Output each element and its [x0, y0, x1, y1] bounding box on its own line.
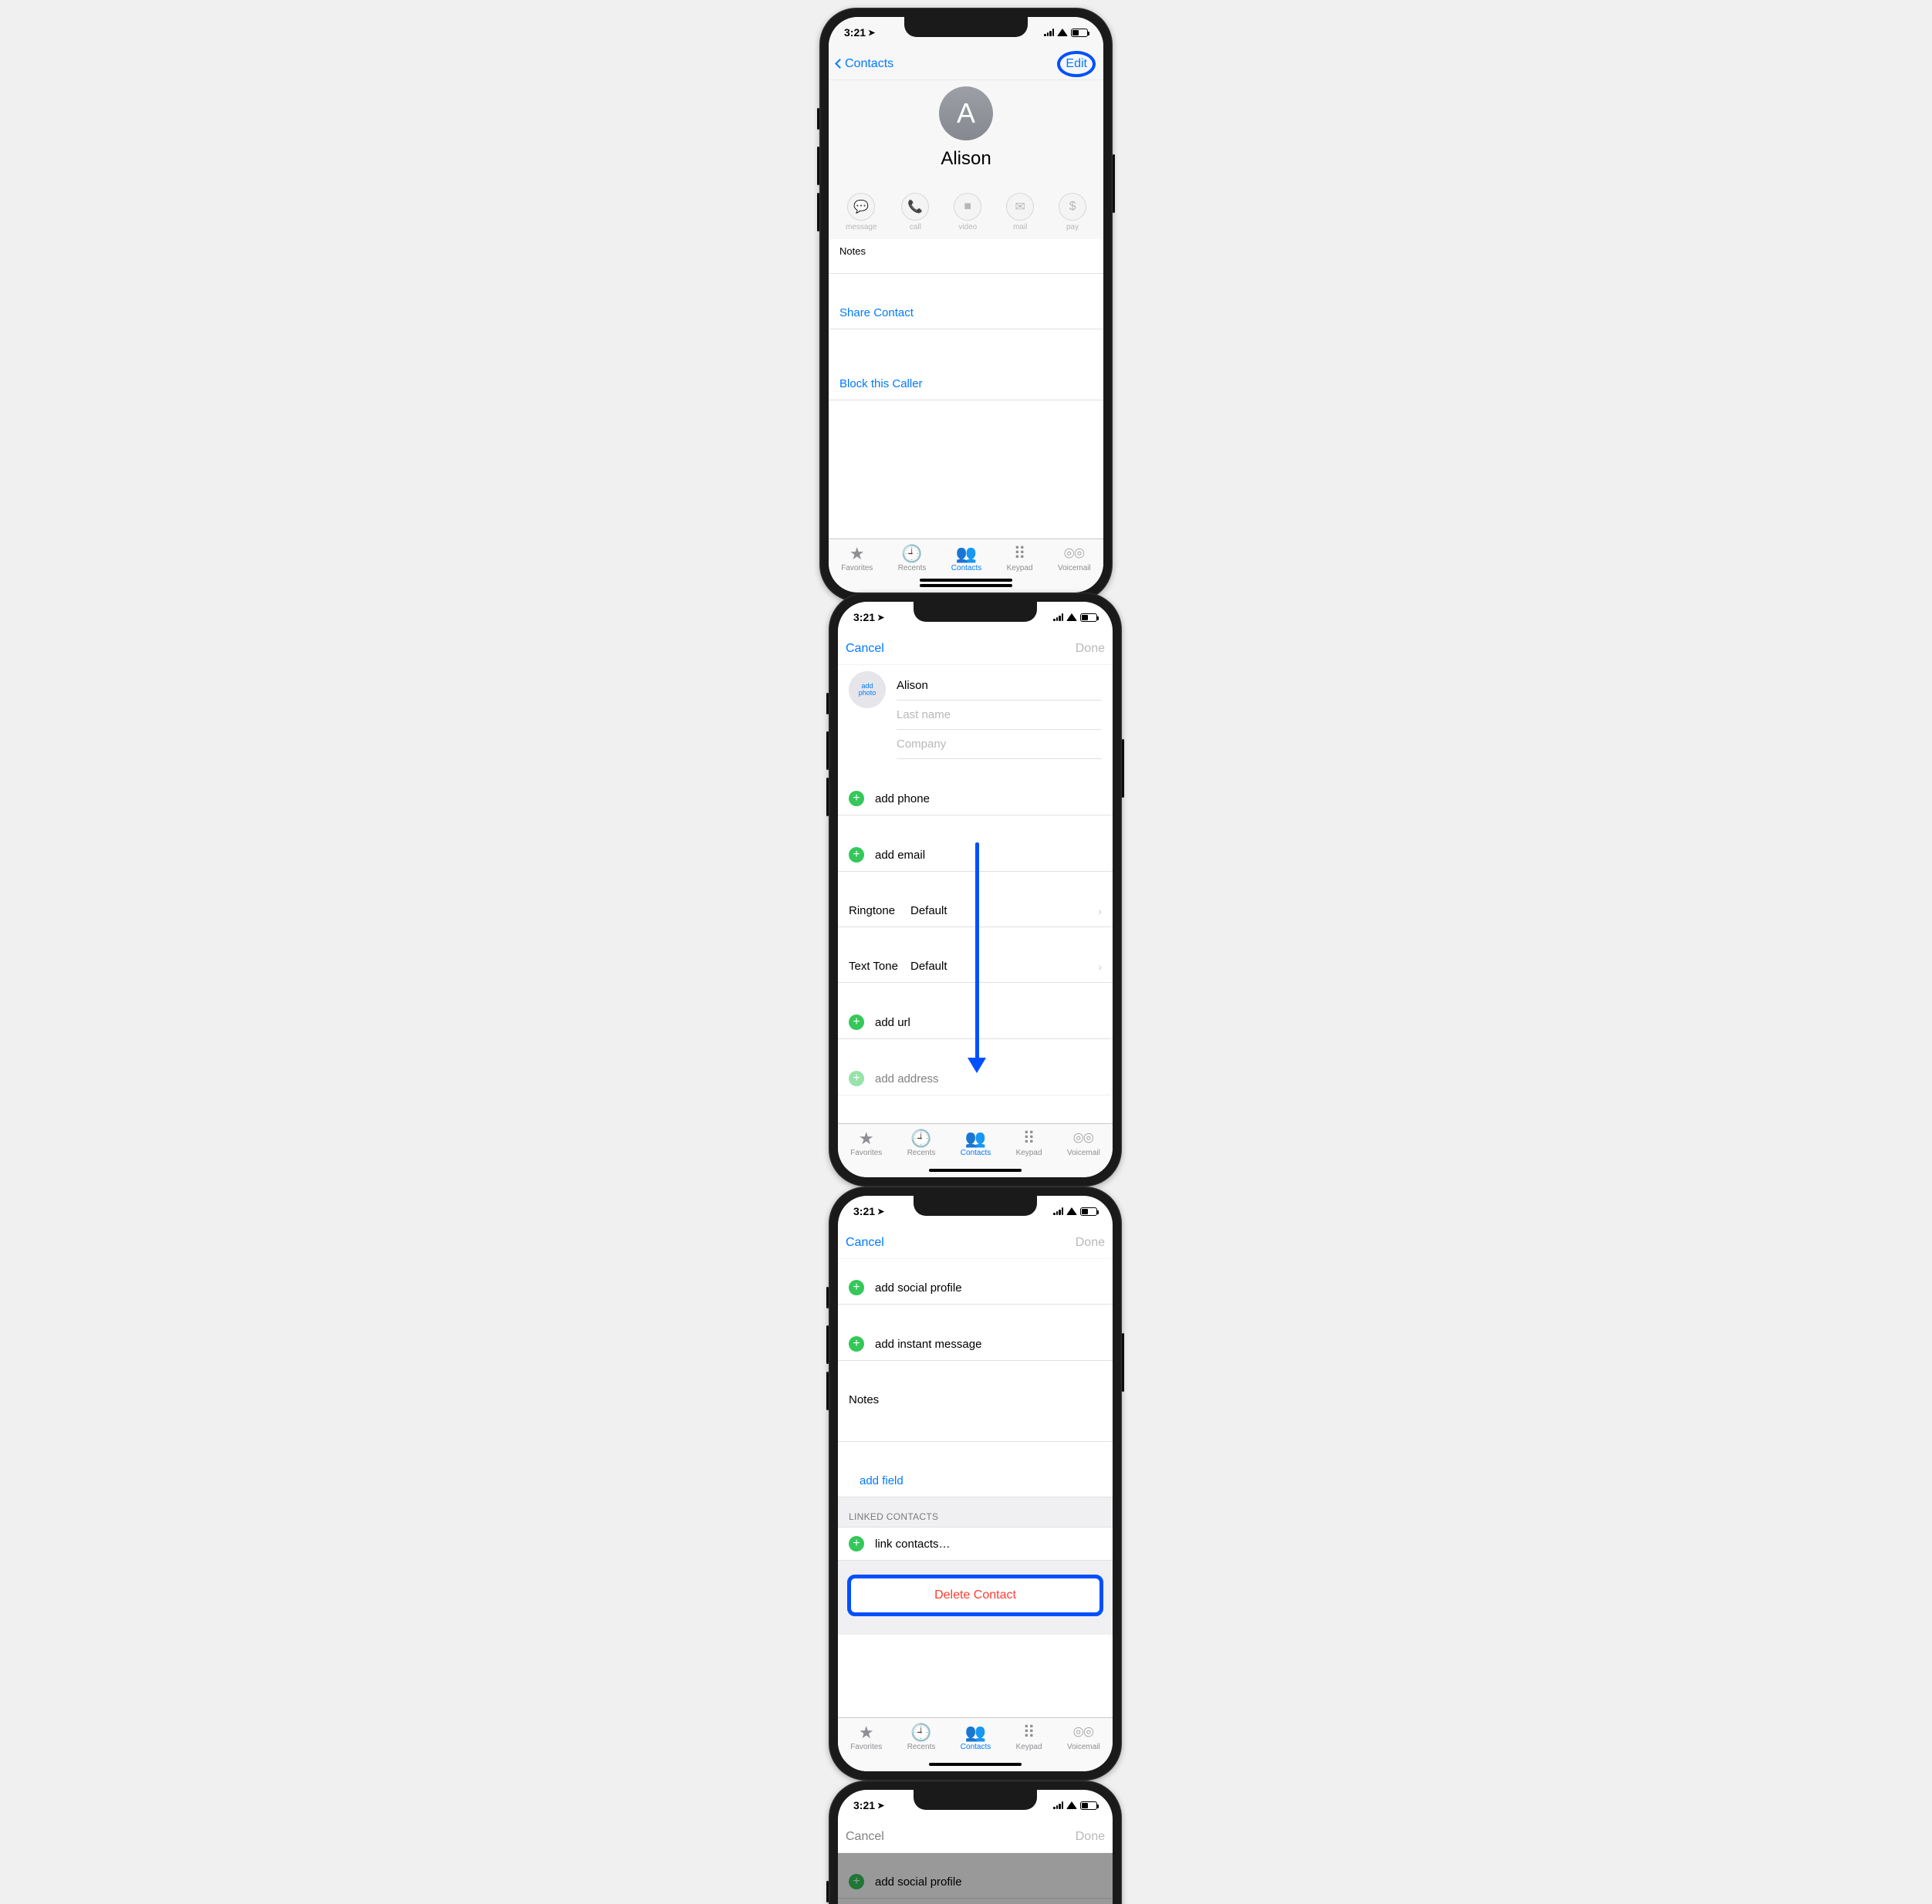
status-time: 3:21: [844, 26, 866, 39]
contacts-icon: 👥: [951, 544, 981, 564]
phone-frame-1: 3:21➤ Contacts Edit A Alison 💬message 📞c…: [819, 8, 1113, 602]
tab-voicemail[interactable]: ⌾⌾Voicemail: [1067, 1723, 1100, 1771]
battery-icon: [1080, 1207, 1097, 1216]
pay-button[interactable]: $pay: [1059, 193, 1086, 231]
linked-contacts-header: LINKED CONTACTS: [838, 1497, 1113, 1527]
message-button[interactable]: 💬message: [846, 193, 877, 231]
wifi-icon: [1066, 1801, 1077, 1809]
avatar: A: [939, 86, 993, 140]
tab-favorites[interactable]: ★Favorites: [850, 1129, 882, 1177]
last-name-field[interactable]: Last name: [897, 700, 1102, 730]
notes-label: Notes: [829, 239, 1103, 260]
wifi-icon: [1057, 29, 1068, 36]
share-contact-button[interactable]: Share Contact: [829, 297, 1103, 329]
phone-frame-4: 3:21➤ Cancel Done +add social profile +a…: [829, 1781, 1122, 1904]
plus-icon: +: [849, 847, 864, 863]
nav-bar: Contacts Edit: [829, 48, 1103, 80]
mail-icon: ✉: [1006, 193, 1034, 221]
add-im-button[interactable]: +add instant message: [838, 1328, 1113, 1361]
wifi-icon: [1066, 1207, 1077, 1215]
location-icon: ➤: [868, 28, 875, 38]
plus-icon: +: [849, 791, 864, 806]
status-time: 3:21: [853, 611, 875, 623]
dim-overlay[interactable]: [838, 1853, 1113, 1904]
cancel-button[interactable]: Cancel: [846, 1236, 884, 1250]
plus-icon: +: [849, 1280, 864, 1295]
location-icon: ➤: [877, 1207, 884, 1217]
location-icon: ➤: [877, 613, 884, 623]
location-icon: ➤: [877, 1801, 884, 1811]
add-field-button[interactable]: add field: [838, 1465, 1113, 1497]
nav-bar: Cancel Done: [838, 1227, 1113, 1259]
pay-icon: $: [1059, 193, 1086, 221]
plus-icon: +: [849, 1014, 864, 1030]
chevron-right-icon: ›: [1098, 960, 1102, 973]
add-phone-button[interactable]: +add phone: [838, 782, 1113, 815]
call-button[interactable]: 📞call: [901, 193, 929, 231]
signal-icon: [1044, 29, 1054, 36]
home-indicator[interactable]: [929, 1763, 1022, 1766]
link-contacts-button[interactable]: +link contacts…: [838, 1527, 1113, 1561]
plus-icon: +: [849, 1336, 864, 1352]
video-button[interactable]: ■video: [954, 193, 981, 231]
phone-icon: 📞: [901, 193, 929, 221]
phone-frame-3: 3:21➤ Cancel Done +add social profile +a…: [829, 1187, 1122, 1781]
battery-icon: [1071, 29, 1088, 37]
nav-bar: Cancel Done: [838, 633, 1113, 665]
battery-icon: [1080, 613, 1097, 622]
edit-button[interactable]: Edit: [1057, 51, 1096, 77]
signal-icon: [1053, 613, 1063, 621]
signal-icon: [1053, 1207, 1063, 1215]
signal-icon: [1053, 1801, 1063, 1809]
video-icon: ■: [954, 193, 981, 221]
chevron-right-icon: ›: [1098, 905, 1102, 917]
wifi-icon: [1066, 613, 1077, 621]
mail-button[interactable]: ✉mail: [1006, 193, 1034, 231]
cancel-button[interactable]: Cancel: [846, 642, 884, 656]
home-indicator[interactable]: [920, 584, 1012, 587]
keypad-icon: ⠿: [1007, 544, 1033, 564]
voicemail-icon: ⌾⌾: [1058, 544, 1091, 564]
company-field[interactable]: Company: [897, 730, 1102, 759]
add-social-button[interactable]: +add social profile: [838, 1271, 1113, 1305]
status-time: 3:21: [853, 1205, 875, 1217]
star-icon: ★: [841, 544, 873, 564]
done-button[interactable]: Done: [1076, 642, 1105, 656]
add-photo-button[interactable]: addphoto: [849, 671, 886, 708]
status-time: 3:21: [853, 1799, 875, 1811]
clock-icon: 🕘: [898, 544, 927, 564]
tab-favorites[interactable]: ★Favorites: [850, 1723, 882, 1771]
back-button[interactable]: Contacts: [836, 57, 893, 71]
battery-icon: [1080, 1801, 1097, 1810]
plus-icon: +: [849, 1536, 864, 1551]
contact-header: A Alison: [829, 80, 1103, 184]
tab-voicemail[interactable]: ⌾⌾Voicemail: [1058, 544, 1091, 592]
first-name-field[interactable]: Alison: [897, 671, 1102, 700]
message-icon: 💬: [847, 193, 875, 221]
notes-field[interactable]: Notes: [838, 1384, 1113, 1442]
delete-contact-button[interactable]: Delete Contact: [847, 1575, 1103, 1616]
action-row: 💬message 📞call ■video ✉mail $pay: [829, 184, 1103, 239]
tab-favorites[interactable]: ★Favorites: [841, 544, 873, 592]
cancel-button: Cancel: [846, 1830, 884, 1844]
done-button[interactable]: Done: [1076, 1236, 1105, 1250]
nav-bar: Cancel Done: [838, 1821, 1113, 1853]
block-caller-button[interactable]: Block this Caller: [829, 368, 1103, 400]
scroll-arrow-annotation: [975, 842, 979, 1062]
phone-frame-2: 3:21➤ Cancel Done addphoto Alison Last n…: [829, 592, 1122, 1187]
home-indicator[interactable]: [920, 579, 1012, 582]
tab-voicemail[interactable]: ⌾⌾Voicemail: [1067, 1129, 1100, 1177]
plus-icon: +: [849, 1071, 864, 1086]
chevron-left-icon: [835, 59, 845, 69]
done-button: Done: [1076, 1830, 1105, 1844]
contact-name: Alison: [829, 148, 1103, 170]
home-indicator[interactable]: [929, 1169, 1022, 1172]
